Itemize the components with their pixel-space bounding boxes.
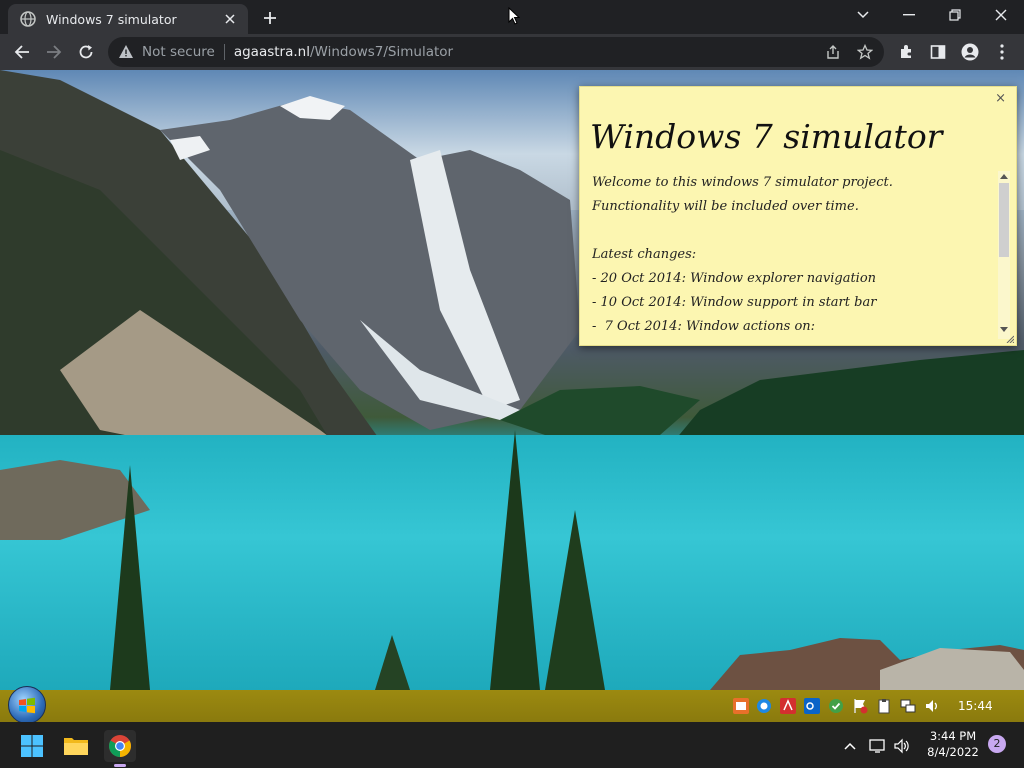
volume-button[interactable] [890, 730, 914, 762]
side-panel-icon[interactable] [928, 42, 948, 62]
active-indicator [114, 764, 126, 767]
globe-icon [20, 11, 36, 27]
browser-toolbar: Not secure agaastra.nl/Windows7/Simulato… [0, 34, 1024, 70]
tray-network-icon[interactable] [900, 698, 916, 714]
note-line: - 20 Oct 2014: Window explorer navigatio… [592, 271, 877, 286]
url-host: agaastra.nl [233, 44, 310, 60]
mouse-cursor-icon [508, 6, 521, 29]
tray-outlook-icon[interactable] [804, 698, 820, 714]
note-close-button[interactable]: × [995, 91, 1006, 106]
menu-kebab-icon[interactable] [992, 42, 1012, 62]
tab-close-icon[interactable] [218, 7, 242, 31]
start-button[interactable] [16, 730, 48, 762]
warning-icon[interactable] [118, 44, 134, 60]
tab-search-button[interactable] [840, 0, 886, 30]
extensions-icon[interactable] [896, 42, 916, 62]
resize-grip-icon[interactable] [1006, 335, 1014, 343]
network-status-button[interactable] [866, 730, 890, 762]
url-path: /Windows7/Simulator [309, 44, 454, 60]
note-scrollbar[interactable] [998, 171, 1010, 339]
restore-button[interactable] [932, 0, 978, 30]
note-line [592, 219, 992, 243]
new-tab-button[interactable] [258, 6, 282, 30]
note-line: - 7 Oct 2014: Window actions on: [592, 319, 816, 334]
note-body[interactable]: Welcome to this windows 7 simulator proj… [592, 171, 992, 336]
chrome-icon [109, 735, 131, 757]
show-hidden-icons-button[interactable] [836, 730, 864, 762]
speaker-icon [894, 738, 909, 754]
back-button[interactable] [8, 38, 36, 66]
desktop-wallpaper: × Windows 7 simulator Welcome to this wi… [0, 70, 1024, 690]
forward-button[interactable] [40, 38, 68, 66]
win7-taskbar: 15:44 [0, 686, 1024, 724]
win11-taskbar: 3:44 PM 8/4/2022 2 [0, 722, 1024, 768]
scroll-down-icon[interactable] [1000, 327, 1008, 333]
tray-ie-icon[interactable] [756, 698, 772, 714]
browser-titlebar: Windows 7 simulator [0, 0, 1024, 34]
security-label[interactable]: Not secure [142, 44, 215, 60]
profile-icon[interactable] [960, 42, 980, 62]
note-line: Functionality will be included over time… [592, 199, 859, 214]
tab-title: Windows 7 simulator [46, 11, 177, 27]
separator [223, 44, 225, 60]
folder-icon [64, 738, 88, 755]
note-line: - 10 Oct 2014: Window support in start b… [592, 295, 877, 310]
tray-clipboard-icon[interactable] [876, 698, 892, 714]
tray-pdf-icon[interactable] [780, 698, 796, 714]
clock-date: 8/4/2022 [927, 745, 979, 759]
address-bar[interactable]: Not secure agaastra.nl/Windows7/Simulato… [108, 37, 884, 67]
close-window-button[interactable] [978, 0, 1024, 30]
scroll-up-icon[interactable] [1000, 173, 1008, 179]
windows11-logo-icon [21, 735, 43, 757]
windows-logo-icon [19, 697, 35, 714]
tray-volume-icon[interactable] [924, 698, 940, 714]
note-line: Welcome to this windows 7 simulator proj… [592, 175, 893, 190]
reload-button[interactable] [72, 38, 100, 66]
bookmark-star-icon[interactable] [856, 43, 874, 61]
note-line: Latest changes: [592, 247, 697, 262]
tray-security-icon[interactable] [828, 698, 844, 714]
browser-tab[interactable]: Windows 7 simulator [8, 4, 248, 34]
monitor-network-icon [869, 739, 885, 753]
start-orb-button[interactable] [8, 686, 46, 724]
system-clock[interactable]: 3:44 PM 8/4/2022 [918, 728, 988, 760]
tray-app-icon[interactable] [733, 698, 749, 714]
sticky-note[interactable]: × Windows 7 simulator Welcome to this wi… [579, 86, 1017, 346]
minimize-button[interactable] [886, 0, 932, 30]
tray-action-center-icon[interactable] [852, 698, 868, 714]
win7-clock[interactable]: 15:44 [958, 690, 993, 722]
note-title: Windows 7 simulator [590, 117, 943, 156]
chrome-taskbar-button[interactable] [104, 730, 136, 767]
share-icon[interactable] [824, 43, 842, 61]
notification-badge[interactable]: 2 [988, 735, 1006, 753]
clock-time: 3:44 PM [929, 729, 977, 743]
file-explorer-button[interactable] [60, 730, 92, 762]
chevron-up-icon [844, 742, 856, 750]
scrollbar-thumb[interactable] [999, 183, 1009, 257]
